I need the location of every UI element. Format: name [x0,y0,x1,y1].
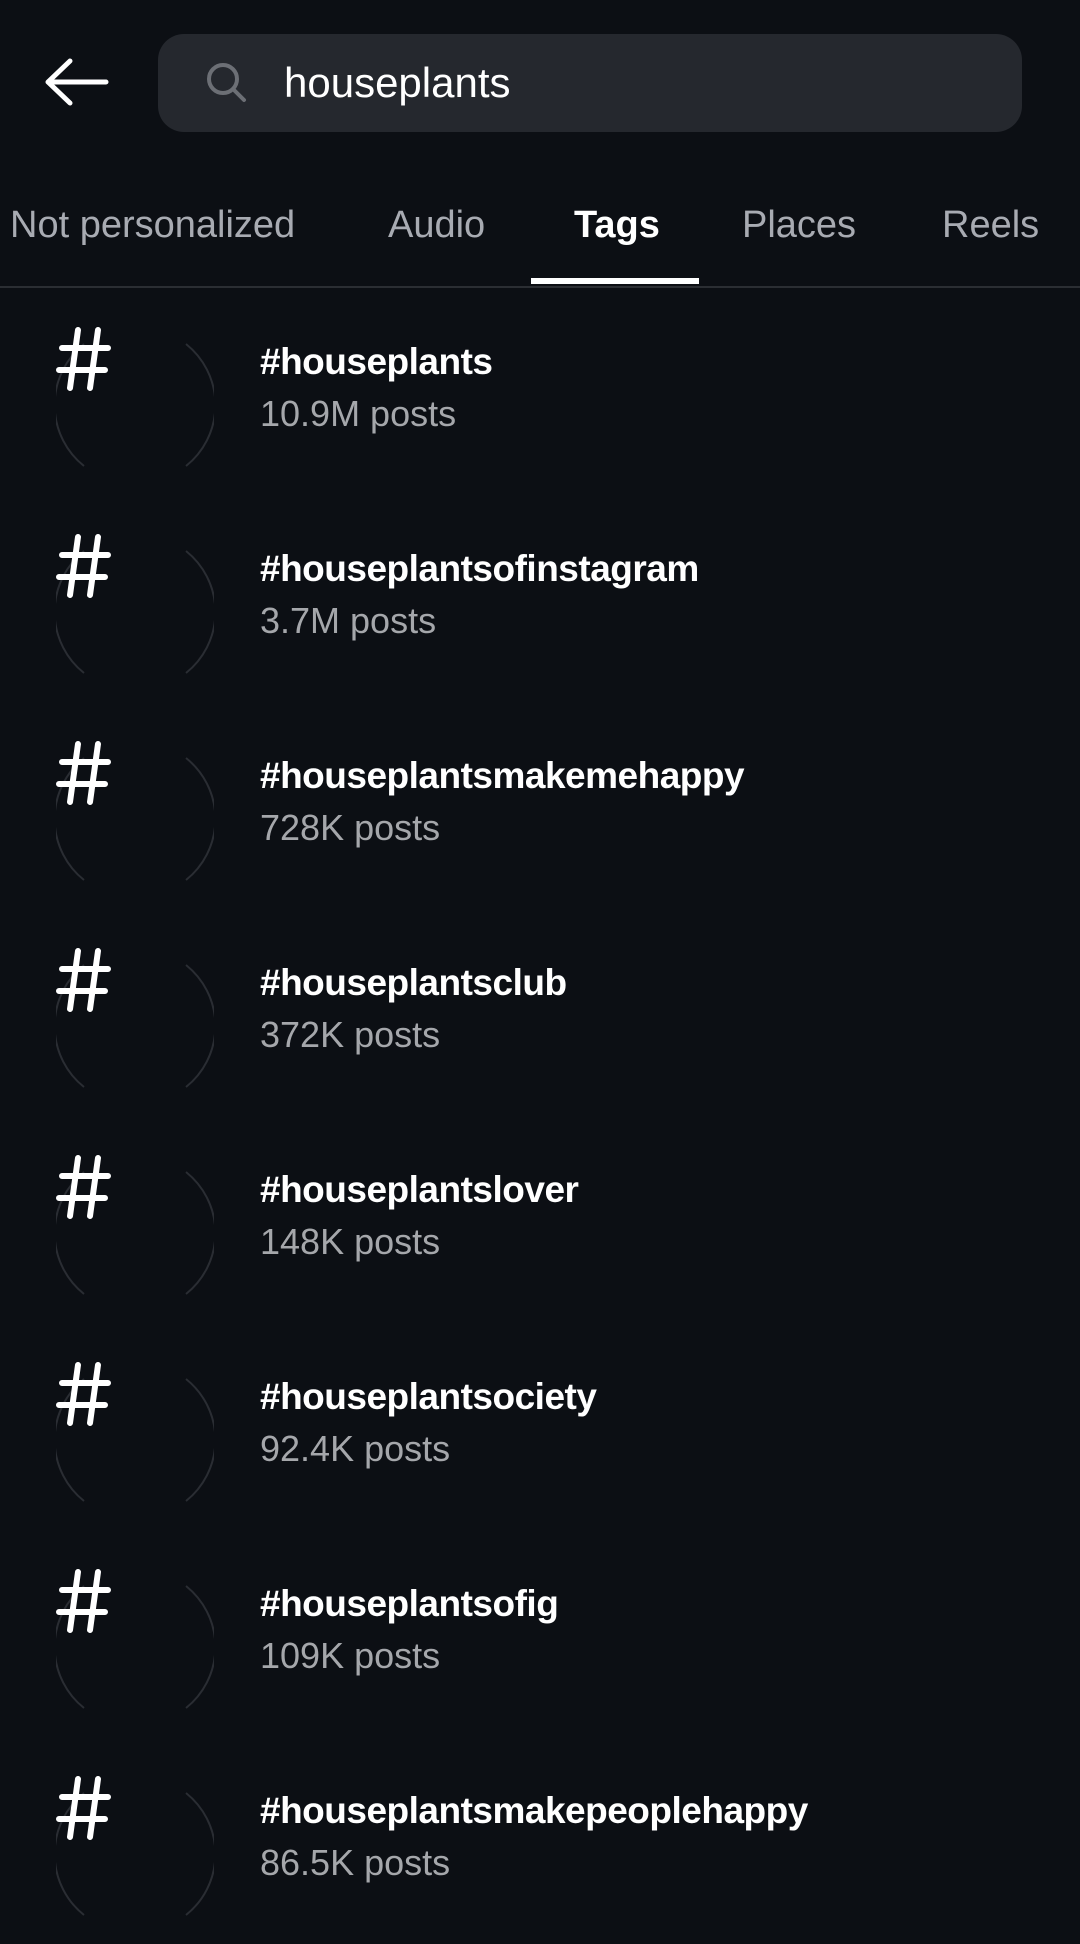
tag-post-count: 10.9M posts [260,393,457,434]
back-button[interactable] [38,52,114,116]
hashtag-icon [56,1775,214,1933]
hashtag-icon [56,1154,214,1312]
hashtag-icon [56,740,214,898]
hashtag-icon [56,947,214,1105]
tag-avatar [56,1775,214,1933]
tag-name: #houseplantslover [260,1169,579,1210]
search-header [0,0,1080,170]
tag-name: #houseplants [260,341,493,382]
tag-results-list: #houseplants 10.9M posts #houseplantsofi… [0,288,1080,1944]
arrow-left-icon [43,57,109,112]
tag-result-row[interactable]: #houseplantsclub 372K posts [0,909,1080,1116]
hashtag-icon [56,533,214,691]
tag-result-row[interactable]: #houseplants 10.9M posts [0,288,1080,495]
tag-post-count: 148K posts [260,1221,441,1262]
tab-not-personalized[interactable]: Not personalized [10,204,295,247]
tag-name: #houseplantsofinstagram [260,548,699,589]
tag-name: #houseplantsociety [260,1376,597,1417]
hashtag-icon [56,1568,214,1726]
tag-avatar [56,740,214,898]
tab-places[interactable]: Places [742,204,856,247]
search-input[interactable] [284,53,1022,113]
tag-result-row[interactable]: #houseplantslover 148K posts [0,1116,1080,1323]
tag-post-count: 372K posts [260,1014,441,1055]
hashtag-icon [56,1361,214,1519]
tab-tags[interactable]: Tags [574,204,660,247]
search-bar[interactable] [158,34,1022,132]
tag-post-count: 86.5K posts [260,1842,451,1883]
tag-result-row[interactable]: #houseplantsmakemehappy 728K posts [0,702,1080,909]
tag-avatar [56,326,214,484]
tag-avatar [56,1568,214,1726]
tag-avatar [56,947,214,1105]
search-tabs: Not personalized Audio Tags Places Reels [0,180,1080,288]
tag-avatar [56,533,214,691]
tab-reels[interactable]: Reels [942,204,1039,247]
hashtag-icon [56,326,214,484]
tag-post-count: 92.4K posts [260,1428,451,1469]
tag-post-count: 3.7M posts [260,600,437,641]
tag-name: #houseplantsofig [260,1583,559,1624]
tag-name: #houseplantsmakemehappy [260,755,745,796]
tag-post-count: 109K posts [260,1635,441,1676]
tag-avatar [56,1154,214,1312]
active-tab-indicator [531,278,699,284]
tag-name: #houseplantsclub [260,962,567,1003]
search-icon [202,58,252,108]
tag-result-row[interactable]: #houseplantsofinstagram 3.7M posts [0,495,1080,702]
tag-avatar [56,1361,214,1519]
tag-result-row[interactable]: #houseplantsociety 92.4K posts [0,1323,1080,1530]
tag-result-row[interactable]: #houseplantsmakepeoplehappy 86.5K posts [0,1737,1080,1944]
tag-name: #houseplantsmakepeoplehappy [260,1790,808,1831]
tag-post-count: 728K posts [260,807,441,848]
tag-result-row[interactable]: #houseplantsofig 109K posts [0,1530,1080,1737]
tab-audio[interactable]: Audio [388,204,485,247]
